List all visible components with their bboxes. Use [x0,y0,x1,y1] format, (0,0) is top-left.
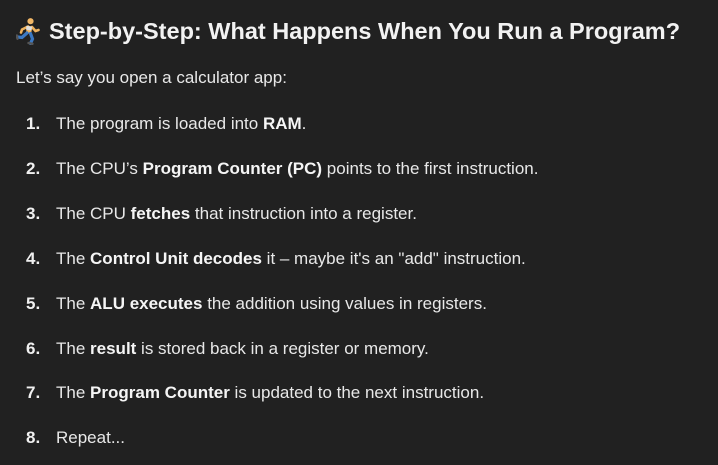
step-number: 5. [26,294,41,313]
intro-text: Let’s say you open a calculator app: [16,68,287,87]
list-item: 3. The CPU fetches that instruction into… [26,202,417,226]
step-number: 6. [26,339,41,358]
step-text: The Program Counter is updated to the ne… [56,381,484,405]
step-text: The CPU’s Program Counter (PC) points to… [56,157,538,181]
step-text-part: The [56,383,91,402]
list-item: 6. The result is stored back in a regist… [26,337,429,361]
step-number: 8. [26,428,41,447]
step-text-part: The [56,249,91,268]
step-keyword: Program Counter (PC) [142,159,323,178]
step-keyword: Program Counter [90,383,230,402]
step-text-part: is stored back in a register or memory. [136,339,429,358]
step-text: The CPU fetches that instruction into a … [56,202,417,226]
step-text-part: that instruction into a register. [190,204,417,223]
step-text-part: Repeat... [56,428,125,447]
step-number: 1. [26,114,41,133]
step-text-part: The CPU’s [56,159,143,178]
step-text-part: points to the first instruction. [322,159,539,178]
step-keyword: result [90,339,137,358]
step-text-part: The [56,339,91,358]
list-item: 7. The Program Counter is updated to the… [26,381,484,405]
step-number: 7. [26,383,41,402]
list-item: 8. Repeat... [26,426,125,450]
step-keyword: ALU executes [90,294,203,313]
step-text: The Control Unit decodes it – maybe it's… [56,247,526,271]
step-text: The result is stored back in a register … [56,337,429,361]
step-text: Repeat... [56,426,125,450]
list-item: 4. The Control Unit decodes it – maybe i… [26,247,526,271]
step-text-part: the addition using values in registers. [202,294,487,313]
step-text-part: is updated to the next instruction. [229,383,485,402]
step-number: 3. [26,204,41,223]
step-text-part: it – maybe it's an "add" instruction. [261,249,526,268]
step-number: 4. [26,249,41,268]
step-number: 2. [26,159,41,178]
list-item: 2. The CPU’s Program Counter (PC) points… [26,157,538,181]
section-heading: Step-by-Step: What Happens When You Run … [15,14,681,48]
list-item: 1. The program is loaded into RAM. [26,112,306,136]
person-running-icon [15,17,40,46]
step-keyword: RAM [262,114,302,133]
step-text-part: The program is loaded into [56,114,263,133]
step-text-part: The CPU [56,204,131,223]
step-keyword: fetches [130,204,191,223]
step-text-part: . [301,114,307,133]
step-keyword: Control Unit decodes [90,249,262,268]
list-item: 5. The ALU executes the addition using v… [26,292,487,316]
step-text: The ALU executes the addition using valu… [56,292,487,316]
step-text: The program is loaded into RAM. [56,112,306,136]
page-title: Step-by-Step: What Happens When You Run … [49,17,681,44]
step-text-part: The [56,294,91,313]
